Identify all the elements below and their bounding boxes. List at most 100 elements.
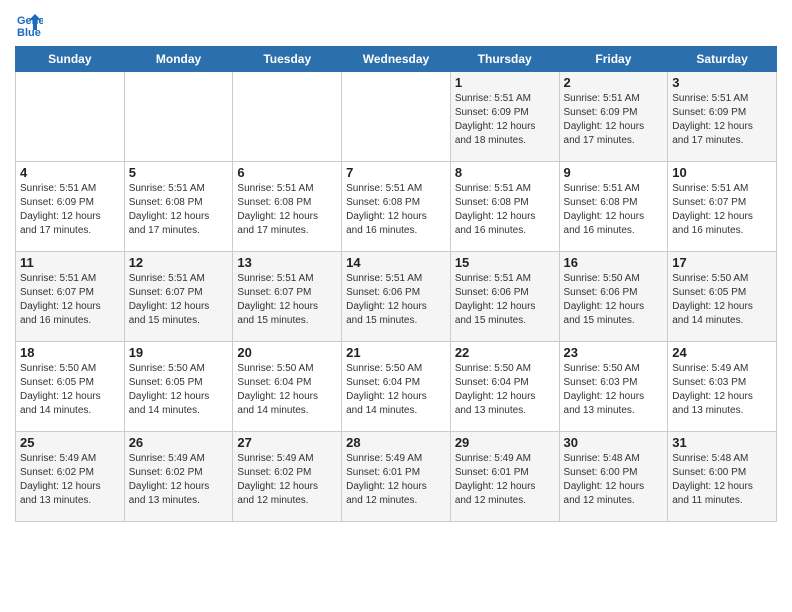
day-number: 2 bbox=[564, 75, 664, 90]
calendar-header: SundayMondayTuesdayWednesdayThursdayFrid… bbox=[16, 47, 777, 72]
day-number: 19 bbox=[129, 345, 229, 360]
day-number: 26 bbox=[129, 435, 229, 450]
day-info: Sunrise: 5:49 AMSunset: 6:03 PMDaylight:… bbox=[672, 362, 772, 418]
week-row-2: 4Sunrise: 5:51 AMSunset: 6:09 PMDaylight… bbox=[16, 162, 777, 252]
days-header-row: SundayMondayTuesdayWednesdayThursdayFrid… bbox=[16, 47, 777, 72]
day-info: Sunrise: 5:51 AMSunset: 6:06 PMDaylight:… bbox=[346, 272, 446, 328]
day-number: 6 bbox=[237, 165, 337, 180]
day-number: 1 bbox=[455, 75, 555, 90]
day-info: Sunrise: 5:51 AMSunset: 6:08 PMDaylight:… bbox=[237, 182, 337, 238]
week-row-3: 11 Sunrise: 5:51 AMSunset: 6:07 PMDayligh… bbox=[16, 252, 777, 342]
day-number: 10 bbox=[672, 165, 772, 180]
day-info: Sunrise: 5:48 AMSunset: 6:00 PMDaylight:… bbox=[672, 452, 772, 508]
day-header-saturday: Saturday bbox=[668, 47, 777, 72]
calendar-cell: 30 Sunrise: 5:48 AMSunset: 6:00 PMDayligh… bbox=[559, 432, 668, 522]
day-number: 4 bbox=[20, 165, 120, 180]
day-info: Sunrise: 5:50 AMSunset: 6:03 PMDaylight:… bbox=[564, 362, 664, 418]
day-number: 20 bbox=[237, 345, 337, 360]
day-header-friday: Friday bbox=[559, 47, 668, 72]
day-info: Sunrise: 5:49 AMSunset: 6:02 PMDaylight:… bbox=[20, 452, 120, 508]
calendar-cell: 2 Sunrise: 5:51 AMSunset: 6:09 PMDaylight… bbox=[559, 72, 668, 162]
day-number: 22 bbox=[455, 345, 555, 360]
calendar-cell bbox=[124, 72, 233, 162]
day-info: Sunrise: 5:49 AMSunset: 6:02 PMDaylight:… bbox=[129, 452, 229, 508]
calendar-cell: 6 Sunrise: 5:51 AMSunset: 6:08 PMDaylight… bbox=[233, 162, 342, 252]
calendar-cell: 20 Sunrise: 5:50 AMSunset: 6:04 PMDayligh… bbox=[233, 342, 342, 432]
calendar-cell: 19 Sunrise: 5:50 AMSunset: 6:05 PMDayligh… bbox=[124, 342, 233, 432]
day-header-tuesday: Tuesday bbox=[233, 47, 342, 72]
day-info: Sunrise: 5:51 AMSunset: 6:08 PMDaylight:… bbox=[129, 182, 229, 238]
day-info: Sunrise: 5:50 AMSunset: 6:06 PMDaylight:… bbox=[564, 272, 664, 328]
day-header-monday: Monday bbox=[124, 47, 233, 72]
calendar-cell: 1 Sunrise: 5:51 AMSunset: 6:09 PMDaylight… bbox=[450, 72, 559, 162]
day-info: Sunrise: 5:51 AMSunset: 6:09 PMDaylight:… bbox=[455, 92, 555, 148]
day-info: Sunrise: 5:51 AMSunset: 6:08 PMDaylight:… bbox=[564, 182, 664, 238]
day-info: Sunrise: 5:51 AMSunset: 6:07 PMDaylight:… bbox=[20, 272, 120, 328]
day-info: Sunrise: 5:51 AMSunset: 6:06 PMDaylight:… bbox=[455, 272, 555, 328]
calendar-cell: 14 Sunrise: 5:51 AMSunset: 6:06 PMDayligh… bbox=[342, 252, 451, 342]
day-info: Sunrise: 5:51 AMSunset: 6:08 PMDaylight:… bbox=[455, 182, 555, 238]
calendar-cell: 24 Sunrise: 5:49 AMSunset: 6:03 PMDayligh… bbox=[668, 342, 777, 432]
calendar-cell bbox=[233, 72, 342, 162]
calendar-table: SundayMondayTuesdayWednesdayThursdayFrid… bbox=[15, 46, 777, 522]
day-info: Sunrise: 5:50 AMSunset: 6:05 PMDaylight:… bbox=[20, 362, 120, 418]
day-number: 14 bbox=[346, 255, 446, 270]
day-header-sunday: Sunday bbox=[16, 47, 125, 72]
page-header: General Blue bbox=[15, 10, 777, 38]
calendar-cell: 31Sunrise: 5:48 AMSunset: 6:00 PMDayligh… bbox=[668, 432, 777, 522]
calendar-cell: 18 Sunrise: 5:50 AMSunset: 6:05 PMDayligh… bbox=[16, 342, 125, 432]
day-info: Sunrise: 5:49 AMSunset: 6:01 PMDaylight:… bbox=[455, 452, 555, 508]
calendar-cell: 15 Sunrise: 5:51 AMSunset: 6:06 PMDayligh… bbox=[450, 252, 559, 342]
day-info: Sunrise: 5:50 AMSunset: 6:05 PMDaylight:… bbox=[129, 362, 229, 418]
calendar-cell: 17 Sunrise: 5:50 AMSunset: 6:05 PMDayligh… bbox=[668, 252, 777, 342]
logo: General Blue bbox=[15, 10, 47, 38]
day-number: 29 bbox=[455, 435, 555, 450]
day-number: 3 bbox=[672, 75, 772, 90]
day-number: 27 bbox=[237, 435, 337, 450]
day-info: Sunrise: 5:51 AMSunset: 6:09 PMDaylight:… bbox=[672, 92, 772, 148]
week-row-5: 25Sunrise: 5:49 AMSunset: 6:02 PMDayligh… bbox=[16, 432, 777, 522]
calendar-cell bbox=[342, 72, 451, 162]
day-number: 9 bbox=[564, 165, 664, 180]
calendar-cell: 7Sunrise: 5:51 AMSunset: 6:08 PMDaylight… bbox=[342, 162, 451, 252]
calendar-cell: 8 Sunrise: 5:51 AMSunset: 6:08 PMDaylight… bbox=[450, 162, 559, 252]
day-number: 12 bbox=[129, 255, 229, 270]
day-info: Sunrise: 5:48 AMSunset: 6:00 PMDaylight:… bbox=[564, 452, 664, 508]
svg-text:Blue: Blue bbox=[17, 27, 41, 38]
day-number: 5 bbox=[129, 165, 229, 180]
calendar-cell: 22Sunrise: 5:50 AMSunset: 6:04 PMDayligh… bbox=[450, 342, 559, 432]
day-header-wednesday: Wednesday bbox=[342, 47, 451, 72]
day-number: 17 bbox=[672, 255, 772, 270]
calendar-cell: 29 Sunrise: 5:49 AMSunset: 6:01 PMDayligh… bbox=[450, 432, 559, 522]
calendar-cell: 16 Sunrise: 5:50 AMSunset: 6:06 PMDayligh… bbox=[559, 252, 668, 342]
day-number: 16 bbox=[564, 255, 664, 270]
calendar-cell: 9 Sunrise: 5:51 AMSunset: 6:08 PMDaylight… bbox=[559, 162, 668, 252]
calendar-cell bbox=[16, 72, 125, 162]
day-info: Sunrise: 5:49 AMSunset: 6:01 PMDaylight:… bbox=[346, 452, 446, 508]
day-number: 18 bbox=[20, 345, 120, 360]
calendar-cell: 21Sunrise: 5:50 AMSunset: 6:04 PMDayligh… bbox=[342, 342, 451, 432]
day-number: 24 bbox=[672, 345, 772, 360]
day-number: 28 bbox=[346, 435, 446, 450]
week-row-4: 18 Sunrise: 5:50 AMSunset: 6:05 PMDayligh… bbox=[16, 342, 777, 432]
day-number: 30 bbox=[564, 435, 664, 450]
logo-icon: General Blue bbox=[15, 10, 43, 38]
day-info: Sunrise: 5:49 AMSunset: 6:02 PMDaylight:… bbox=[237, 452, 337, 508]
day-info: Sunrise: 5:51 AMSunset: 6:07 PMDaylight:… bbox=[672, 182, 772, 238]
calendar-cell: 27 Sunrise: 5:49 AMSunset: 6:02 PMDayligh… bbox=[233, 432, 342, 522]
day-number: 11 bbox=[20, 255, 120, 270]
day-number: 13 bbox=[237, 255, 337, 270]
day-info: Sunrise: 5:51 AMSunset: 6:08 PMDaylight:… bbox=[346, 182, 446, 238]
day-info: Sunrise: 5:51 AMSunset: 6:09 PMDaylight:… bbox=[564, 92, 664, 148]
calendar-cell: 11 Sunrise: 5:51 AMSunset: 6:07 PMDayligh… bbox=[16, 252, 125, 342]
day-number: 8 bbox=[455, 165, 555, 180]
day-number: 15 bbox=[455, 255, 555, 270]
calendar-cell: 10 Sunrise: 5:51 AMSunset: 6:07 PMDayligh… bbox=[668, 162, 777, 252]
svg-text:General: General bbox=[17, 15, 43, 27]
day-info: Sunrise: 5:51 AMSunset: 6:07 PMDaylight:… bbox=[237, 272, 337, 328]
day-info: Sunrise: 5:50 AMSunset: 6:05 PMDaylight:… bbox=[672, 272, 772, 328]
calendar-cell: 26 Sunrise: 5:49 AMSunset: 6:02 PMDayligh… bbox=[124, 432, 233, 522]
calendar-cell: 23Sunrise: 5:50 AMSunset: 6:03 PMDayligh… bbox=[559, 342, 668, 432]
calendar-cell: 3 Sunrise: 5:51 AMSunset: 6:09 PMDaylight… bbox=[668, 72, 777, 162]
day-info: Sunrise: 5:50 AMSunset: 6:04 PMDaylight:… bbox=[237, 362, 337, 418]
